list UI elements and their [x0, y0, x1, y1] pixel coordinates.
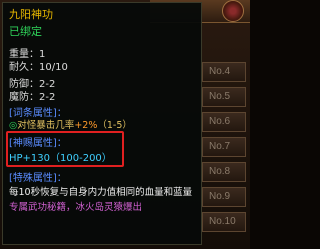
- inventory-slot[interactable]: No.5: [202, 87, 246, 107]
- divine-attribute: HP+130（100-200）: [9, 153, 112, 164]
- inventory-slot[interactable]: No.10: [202, 212, 246, 232]
- inventory-slot[interactable]: No.8: [202, 162, 246, 182]
- inventory-slot[interactable]: No.7: [202, 137, 246, 157]
- item-name: 九阳神功: [9, 8, 53, 21]
- affix-value: +2%: [74, 120, 98, 131]
- divine-header: [神赐属性]：: [9, 138, 67, 149]
- affix-line: ◎对怪暴击几率+2%（1-5）: [9, 117, 132, 131]
- special-header: [特殊属性]：: [9, 173, 67, 184]
- magic-defense-stat: 魔防：2-2: [9, 92, 56, 103]
- exclusive-note: 专属武功秘籍，冰火岛灵猿爆出: [9, 202, 143, 213]
- item-tooltip: 九阳神功 已绑定 重量：1 耐久：10/10 防御：2-2 魔防：2-2 [词条…: [2, 2, 202, 245]
- inventory-slot[interactable]: No.4: [202, 62, 246, 82]
- special-attribute: 每10秒恢复与自身内力值相同的血量和蓝量: [9, 187, 193, 198]
- ornament-icon: [222, 0, 244, 22]
- inventory-slot[interactable]: No.6: [202, 112, 246, 132]
- affix-text: 对怪暴击几率: [17, 120, 75, 131]
- affix-range: （1-5）: [97, 120, 132, 131]
- inventory-slot[interactable]: No.9: [202, 187, 246, 207]
- durability-stat: 耐久：10/10: [9, 62, 68, 73]
- bound-status: 已绑定: [9, 25, 42, 38]
